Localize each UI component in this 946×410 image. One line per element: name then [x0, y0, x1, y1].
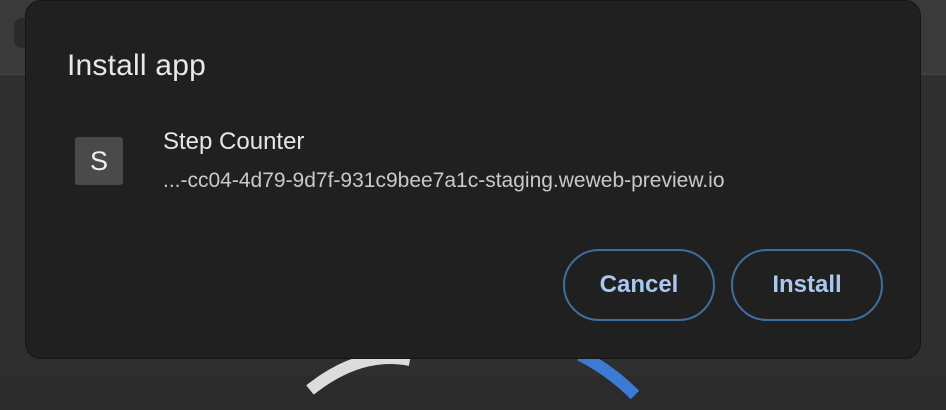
install-app-dialog: Install app S Step Counter ...-cc04-4d79… [25, 0, 921, 359]
install-button[interactable]: Install [731, 249, 883, 321]
app-url: ...-cc04-4d79-9d7f-931c9bee7a1c-staging.… [163, 169, 725, 192]
app-name: Step Counter [163, 128, 305, 155]
backdrop-graphic [306, 350, 640, 400]
dialog-title: Install app [67, 49, 206, 82]
app-icon: S [75, 137, 123, 185]
cancel-button[interactable]: Cancel [563, 249, 715, 321]
